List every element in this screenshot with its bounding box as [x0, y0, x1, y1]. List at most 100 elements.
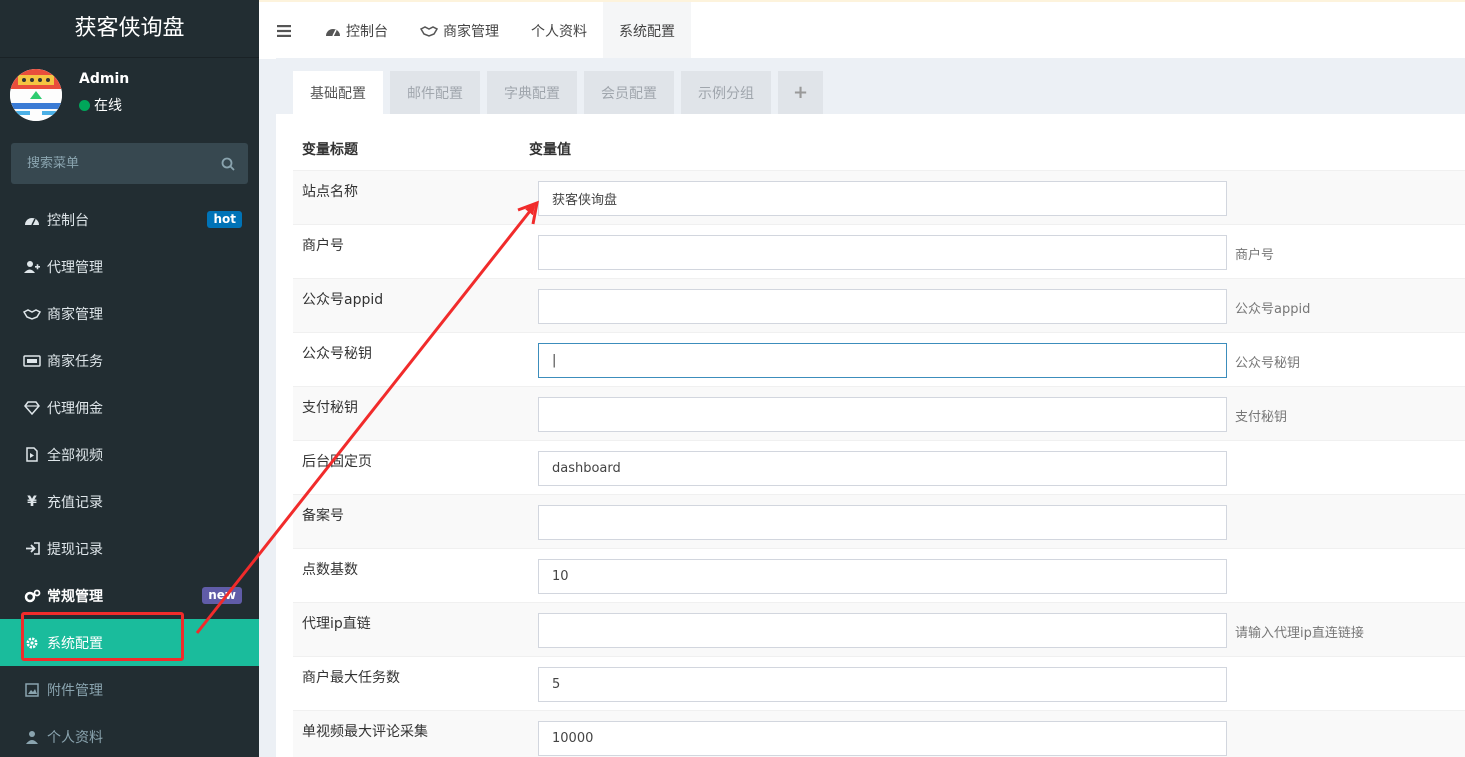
sidebar-item-label: 个人资料 — [47, 729, 103, 746]
sidebar-item-label: 常规管理 — [47, 588, 103, 605]
add-config-tab-button[interactable]: + — [778, 71, 824, 114]
appid-input[interactable] — [538, 289, 1227, 324]
sidebar-item-dashboard[interactable]: 控制台 hot — [0, 196, 259, 243]
row-label: 后台固定页 — [302, 454, 372, 470]
table-header: 变量标题 变量值 — [293, 128, 1465, 170]
dashboard-icon — [325, 24, 341, 38]
site-name-input[interactable] — [538, 181, 1227, 216]
row-help: 支付秘钥 — [1235, 410, 1288, 425]
main-content: 基础配置 邮件配置 字典配置 会员配置 示例分组 + 变量标题 变量值 站点名称… — [276, 58, 1465, 757]
config-tabs: 基础配置 邮件配置 字典配置 会员配置 示例分组 + — [293, 71, 830, 114]
row-label: 代理ip直链 — [302, 616, 371, 632]
table-row: 单视频最大评论采集 — [293, 710, 1465, 757]
config-tab-member[interactable]: 会员配置 — [584, 71, 674, 114]
row-help: 公众号appid — [1235, 302, 1311, 317]
sidebar-item-general-management[interactable]: 常规管理 new — [0, 572, 259, 619]
config-tab-basic[interactable]: 基础配置 — [293, 71, 383, 114]
file-video-icon — [23, 447, 41, 462]
dashboard-icon — [23, 213, 41, 227]
cogs-icon — [23, 589, 41, 603]
search-input[interactable] — [11, 156, 208, 171]
menu-search — [11, 143, 248, 184]
sidebar-item-system-config[interactable]: 系统配置 — [0, 619, 259, 666]
handshake-icon — [420, 25, 438, 37]
proxy-ip-link-input[interactable] — [538, 613, 1227, 648]
sidebar-item-label: 控制台 — [47, 212, 89, 229]
row-label: 点数基数 — [302, 562, 358, 578]
user-icon — [23, 730, 41, 744]
sidebar-item-label: 商家管理 — [47, 306, 103, 323]
sidebar-item-agents[interactable]: 代理管理 — [0, 243, 259, 290]
user-status-label: 在线 — [94, 98, 122, 114]
sign-in-icon — [23, 542, 41, 555]
search-icon[interactable] — [208, 157, 248, 171]
sidebar-item-all-videos[interactable]: 全部视频 — [0, 431, 259, 478]
row-help: 请输入代理ip直连链接 — [1235, 626, 1364, 641]
new-badge: new — [202, 587, 242, 604]
online-dot-icon — [79, 99, 90, 111]
sidebar-menu: 控制台 hot 代理管理 商家管理 商家任务 代理佣金 全部视频 ¥ 充值记录 — [0, 196, 259, 757]
sidebar-item-recharge-records[interactable]: ¥ 充值记录 — [0, 478, 259, 525]
user-status: 在线 — [79, 95, 122, 115]
image-icon — [23, 682, 41, 697]
table-row: 公众号秘钥 公众号秘钥 — [293, 332, 1465, 386]
table-row: 站点名称 — [293, 170, 1465, 224]
tab-label: 控制台 — [346, 23, 388, 40]
table-row: 备案号 — [293, 494, 1465, 548]
tab-dashboard[interactable]: 控制台 — [309, 2, 404, 59]
max-tasks-input[interactable] — [538, 667, 1227, 702]
row-label: 备案号 — [302, 508, 344, 524]
pay-secret-input[interactable] — [538, 397, 1227, 432]
icp-number-input[interactable] — [538, 505, 1227, 540]
tab-profile[interactable]: 个人资料 — [515, 2, 603, 59]
config-tab-email[interactable]: 邮件配置 — [390, 71, 480, 114]
tab-system-config[interactable]: 系统配置 — [603, 2, 691, 59]
table-row: 后台固定页 — [293, 440, 1465, 494]
column-header-title: 变量标题 — [302, 142, 358, 158]
diamond-icon — [23, 400, 41, 415]
sidebar-item-merchant-tasks[interactable]: 商家任务 — [0, 337, 259, 384]
sidebar-item-label: 全部视频 — [47, 447, 103, 464]
row-label: 公众号秘钥 — [302, 346, 372, 362]
points-base-input[interactable] — [538, 559, 1227, 594]
sidebar-item-label: 商家任务 — [47, 353, 103, 370]
gear-icon — [23, 636, 41, 650]
sidebar-item-attachments[interactable]: 附件管理 — [0, 666, 259, 713]
table-row: 支付秘钥 支付秘钥 — [293, 386, 1465, 440]
hot-badge: hot — [207, 211, 242, 228]
config-tabs-bar: 基础配置 邮件配置 字典配置 会员配置 示例分组 + — [276, 58, 1465, 114]
tab-label: 系统配置 — [619, 23, 675, 40]
app-logo[interactable]: 获客侠询盘 — [0, 0, 259, 58]
sidebar-item-merchants[interactable]: 商家管理 — [0, 290, 259, 337]
max-comments-input[interactable] — [538, 721, 1227, 756]
column-header-value: 变量值 — [529, 142, 571, 158]
table-row: 代理ip直链 请输入代理ip直连链接 — [293, 602, 1465, 656]
table-row: 商户号 商户号 — [293, 224, 1465, 278]
tab-merchants[interactable]: 商家管理 — [404, 2, 515, 59]
sidebar-item-label: 系统配置 — [47, 635, 103, 652]
row-help: 公众号秘钥 — [1235, 356, 1301, 371]
top-navbar: 控制台 商家管理 个人资料 系统配置 — [259, 0, 1465, 59]
fixed-page-input[interactable] — [538, 451, 1227, 486]
menu-toggle-icon[interactable] — [259, 2, 309, 59]
row-help: 商户号 — [1235, 248, 1275, 263]
handshake-icon — [23, 308, 41, 320]
keyboard-icon — [23, 354, 41, 367]
config-tab-example[interactable]: 示例分组 — [681, 71, 771, 114]
sidebar-item-agent-commission[interactable]: 代理佣金 — [0, 384, 259, 431]
config-tab-dictionary[interactable]: 字典配置 — [487, 71, 577, 114]
sidebar-item-withdraw-records[interactable]: 提现记录 — [0, 525, 259, 572]
sidebar: 获客侠询盘 Admin 在线 搜索菜单 控制台 hot 代理管理 商家管理 商家… — [0, 0, 259, 757]
sidebar-item-label: 充值记录 — [47, 494, 103, 511]
table-row: 商户最大任务数 — [293, 656, 1465, 710]
row-label: 商户号 — [302, 238, 344, 254]
app-secret-input[interactable] — [538, 343, 1227, 378]
avatar[interactable] — [10, 69, 62, 121]
row-label: 公众号appid — [302, 292, 384, 308]
table-row: 公众号appid 公众号appid — [293, 278, 1465, 332]
row-label: 站点名称 — [302, 184, 358, 200]
row-label: 支付秘钥 — [302, 400, 358, 416]
sidebar-item-profile[interactable]: 个人资料 — [0, 713, 259, 757]
merchant-id-input[interactable] — [538, 235, 1227, 270]
user-plus-icon — [23, 260, 41, 274]
